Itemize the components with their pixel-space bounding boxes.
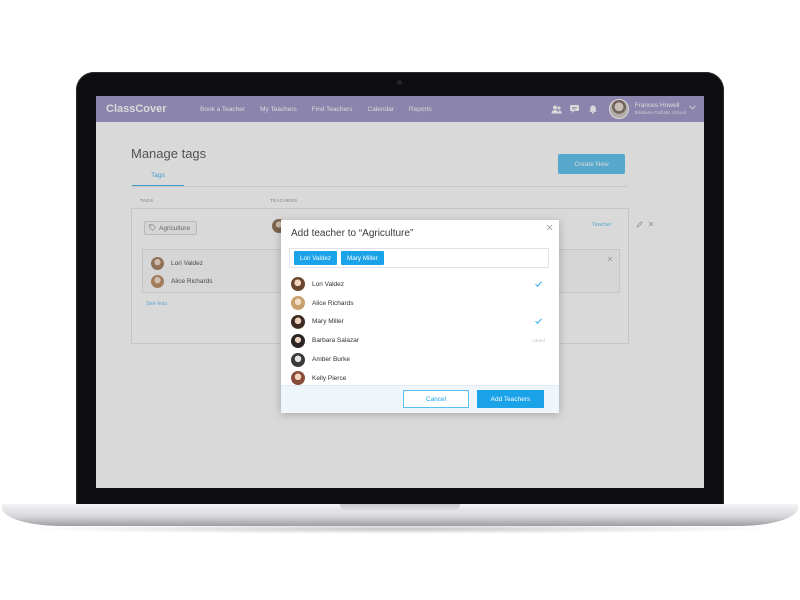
modal-footer: Cancel Add Teachers bbox=[281, 385, 559, 413]
teacher-option-mary-miller[interactable]: Mary Miller bbox=[281, 313, 559, 332]
teacher-option-barbara-salazar[interactable]: Barbara Salazar Added bbox=[281, 331, 559, 350]
camera bbox=[397, 80, 402, 85]
teacher-option-lori-valdez[interactable]: Lori Valdez bbox=[281, 275, 559, 294]
added-label: Added bbox=[531, 338, 545, 344]
teacher-avatar bbox=[291, 333, 305, 348]
teacher-name: Alice Richards bbox=[312, 299, 354, 307]
teacher-name: Kelly Pierce bbox=[312, 374, 347, 382]
screen: ClassCover Book a Teacher My Teachers Fi… bbox=[96, 96, 704, 488]
teacher-avatar bbox=[291, 296, 305, 311]
add-teacher-modal: Add teacher to “Agriculture” Lori Valdez… bbox=[281, 220, 559, 413]
check-icon bbox=[535, 317, 542, 326]
teacher-avatar bbox=[291, 371, 305, 385]
teacher-list: Lori Valdez Alice Richards Mary Miller B… bbox=[281, 275, 559, 385]
teacher-name: Mary Miller bbox=[312, 318, 344, 326]
teacher-name: Lori Valdez bbox=[312, 280, 345, 288]
check-icon bbox=[535, 280, 542, 289]
close-icon[interactable] bbox=[546, 223, 553, 233]
teacher-avatar bbox=[291, 352, 305, 367]
selected-chip[interactable]: Mary Miller bbox=[341, 251, 384, 265]
teacher-avatar bbox=[291, 314, 305, 329]
teacher-option-kelly-pierce[interactable]: Kelly Pierce bbox=[281, 369, 559, 385]
modal-title: Add teacher to “Agriculture” bbox=[291, 228, 414, 239]
selected-chip[interactable]: Lori Valdez bbox=[294, 251, 338, 265]
teacher-name: Barbara Salazar bbox=[312, 337, 359, 345]
teacher-option-alice-richards[interactable]: Alice Richards bbox=[281, 294, 559, 313]
selected-teachers-input[interactable]: Lori Valdez Mary Miller bbox=[289, 248, 549, 268]
add-teachers-button[interactable]: Add Teachers bbox=[477, 390, 544, 408]
laptop-notch bbox=[340, 504, 460, 511]
teacher-name: Amber Burke bbox=[312, 356, 350, 364]
cancel-button[interactable]: Cancel bbox=[403, 390, 469, 408]
teacher-option-amber-burke[interactable]: Amber Burke bbox=[281, 350, 559, 369]
teacher-avatar bbox=[291, 277, 305, 292]
